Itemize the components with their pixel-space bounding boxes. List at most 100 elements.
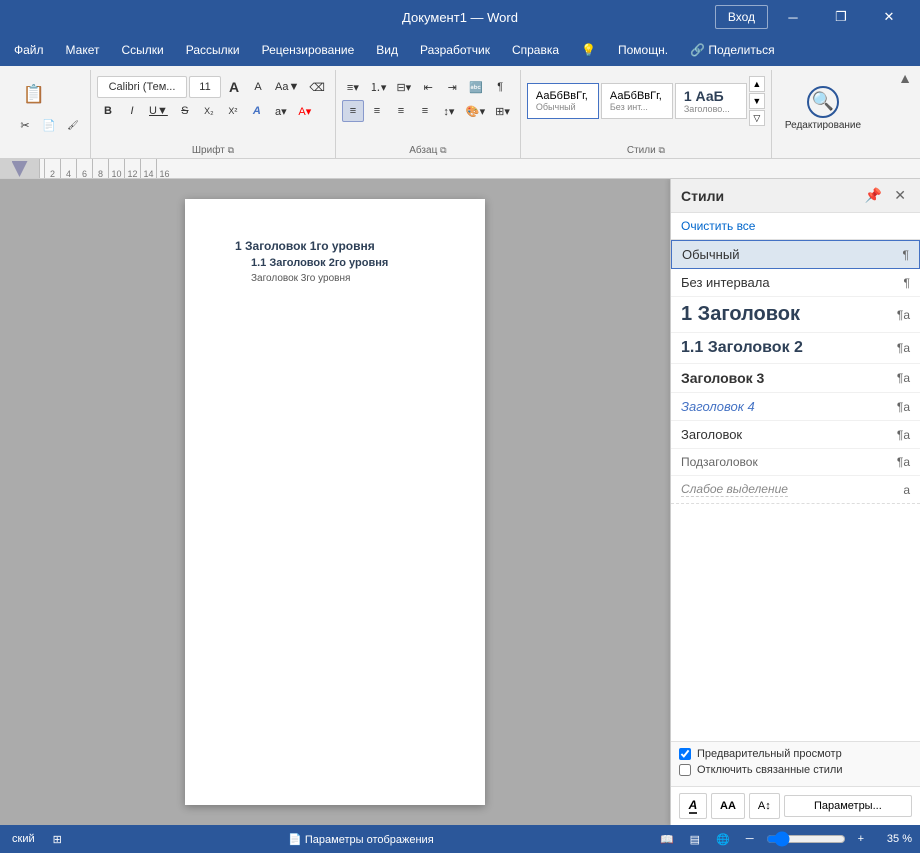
- font-label: Шрифт ⧉: [192, 145, 234, 156]
- web-layout-button[interactable]: 🌐: [712, 831, 734, 848]
- align-center-button[interactable]: ≡: [366, 100, 388, 122]
- menu-links[interactable]: Ссылки: [111, 39, 173, 61]
- gallery-scroll-down[interactable]: ▼: [749, 93, 765, 109]
- strikethrough-button[interactable]: S: [174, 100, 196, 122]
- font-grow-button[interactable]: A: [223, 76, 245, 98]
- zoom-minus-button[interactable]: ─: [742, 831, 758, 847]
- document-canvas[interactable]: 1 Заголовок 1го уровня 1.1 Заголовок 2го…: [0, 179, 670, 825]
- line-spacing-button[interactable]: ↕▾: [438, 100, 460, 122]
- cut-button[interactable]: ✂: [14, 114, 36, 136]
- gallery-scroll-up[interactable]: ▲: [749, 76, 765, 92]
- gallery-style-nospacing-sub: Без инт...: [610, 102, 648, 112]
- menu-bar: Файл Макет Ссылки Рассылки Рецензировани…: [0, 34, 920, 66]
- style-item-emphasis[interactable]: Слабое выделение a: [671, 476, 920, 504]
- ribbon-section: 📋 ✂ 📄 🖌 Calibri (Тем... 11 A A: [8, 70, 912, 158]
- style-item-nospacing[interactable]: Без интервала ¶: [671, 269, 920, 297]
- menu-file[interactable]: Файл: [4, 39, 54, 61]
- read-mode-button[interactable]: 📖: [656, 831, 678, 848]
- align-right-button[interactable]: ≡: [390, 100, 412, 122]
- layout-icon-button[interactable]: ⊞: [49, 831, 66, 848]
- print-layout-button[interactable]: ▤: [686, 831, 704, 848]
- find-replace-button[interactable]: 🔍 Редактирование: [778, 76, 868, 140]
- manage-styles-button[interactable]: A↕: [749, 793, 780, 819]
- style-item-h2[interactable]: 1.1 Заголовок 2 ¶a: [671, 333, 920, 364]
- style-item-subtitle[interactable]: Подзаголовок ¶a: [671, 449, 920, 476]
- style-item-normal[interactable]: Обычный ¶: [671, 240, 920, 269]
- clear-format-button[interactable]: ⌫: [305, 76, 329, 98]
- align-justify-button[interactable]: ≡: [414, 100, 436, 122]
- font-size-selector[interactable]: 11: [189, 76, 221, 98]
- new-style-icon: A: [689, 798, 698, 814]
- preview-label[interactable]: Предварительный просмотр: [697, 748, 842, 760]
- multilevel-button[interactable]: ⊟▾: [392, 76, 415, 98]
- signin-button[interactable]: Вход: [715, 5, 768, 29]
- highlight-button[interactable]: a▾: [270, 100, 292, 122]
- linked-checkbox[interactable]: [679, 764, 691, 776]
- font-clear-button[interactable]: Aa▼: [271, 76, 303, 98]
- styles-expand-icon[interactable]: ⧉: [658, 145, 664, 155]
- menu-layout[interactable]: Макет: [56, 39, 110, 61]
- style-item-h5[interactable]: Заголовок ¶a: [671, 421, 920, 449]
- view-options-button[interactable]: 📄 Параметры отображения: [284, 831, 438, 848]
- style-item-h1[interactable]: 1 Заголовок ¶a: [671, 297, 920, 333]
- menu-dev[interactable]: Разработчик: [410, 39, 500, 61]
- inspect-style-button[interactable]: AA: [711, 793, 745, 819]
- style-icon-nospacing: ¶: [904, 276, 910, 290]
- menu-view[interactable]: Вид: [366, 39, 408, 61]
- format-painter-button[interactable]: 🖌: [62, 114, 84, 136]
- borders-button[interactable]: ⊞▾: [491, 100, 514, 122]
- clear-all-button[interactable]: Очистить все: [671, 213, 920, 240]
- params-button[interactable]: Параметры...: [784, 795, 912, 817]
- menu-review[interactable]: Рецензирование: [252, 39, 365, 61]
- minimize-button[interactable]: ─: [770, 0, 816, 34]
- close-button[interactable]: ✕: [866, 0, 912, 34]
- paste-button[interactable]: 📋: [14, 76, 54, 112]
- para-expand-icon[interactable]: ⧉: [440, 145, 446, 155]
- linked-label[interactable]: Отключить связанные стили: [697, 764, 842, 776]
- ruler-marks: 2 4 6 8 10 12 14 16: [40, 159, 172, 179]
- gallery-style-nospacing[interactable]: АаБбВвГг, Без инт...: [601, 83, 673, 119]
- gallery-style-h1[interactable]: 1 АаБ Заголово...: [675, 83, 747, 119]
- language-button[interactable]: ский: [8, 831, 39, 847]
- decrease-indent-button[interactable]: ⇤: [417, 76, 439, 98]
- font-name-selector[interactable]: Calibri (Тем...: [97, 76, 187, 98]
- sort-button[interactable]: 🔤: [465, 76, 487, 98]
- gallery-style-normal[interactable]: АаБбВвГг, Обычный: [527, 83, 599, 119]
- font-color-button[interactable]: A▾: [294, 100, 316, 122]
- gallery-scroll-expand[interactable]: ▽: [749, 110, 765, 126]
- align-left-button[interactable]: ≡: [342, 100, 364, 122]
- increase-indent-button[interactable]: ⇥: [441, 76, 463, 98]
- indent-marker[interactable]: [12, 161, 28, 177]
- bold-button[interactable]: B: [97, 100, 119, 122]
- shading-button[interactable]: 🎨▾: [462, 100, 489, 122]
- view-options-label: Параметры отображения: [305, 834, 434, 846]
- menu-help[interactable]: Справка: [502, 39, 569, 61]
- zoom-slider[interactable]: [766, 831, 846, 847]
- menu-assist[interactable]: Помощн.: [608, 39, 678, 61]
- preview-checkbox[interactable]: [679, 748, 691, 760]
- numbering-button[interactable]: ⒈▾: [366, 76, 391, 98]
- font-expand-icon[interactable]: ⧉: [228, 145, 234, 155]
- zoom-plus-button[interactable]: +: [854, 831, 868, 847]
- ribbon-collapse-button[interactable]: ▲: [898, 70, 912, 86]
- style-item-h3[interactable]: Заголовок 3 ¶a: [671, 364, 920, 393]
- style-item-h4[interactable]: Заголовок 4 ¶a: [671, 393, 920, 421]
- new-style-button[interactable]: A: [679, 793, 707, 819]
- menu-lightbulb[interactable]: 💡: [571, 39, 606, 61]
- underline-button[interactable]: U▼: [145, 100, 172, 122]
- menu-mailings[interactable]: Рассылки: [176, 39, 250, 61]
- menu-share[interactable]: 🔗 Поделиться: [680, 39, 785, 61]
- superscript-button[interactable]: X²: [222, 100, 244, 122]
- restore-button[interactable]: ❐: [818, 0, 864, 34]
- font-shrink-button[interactable]: A: [247, 76, 269, 98]
- styles-pin-button[interactable]: 📌: [861, 185, 886, 206]
- subscript-button[interactable]: X₂: [198, 100, 220, 122]
- bullets-button[interactable]: ≡▾: [342, 76, 364, 98]
- ribbon-group-paragraph: ≡▾ ⒈▾ ⊟▾ ⇤ ⇥ 🔤 ¶ ≡ ≡ ≡ ≡ ↕▾ 🎨▾ ⊞▾: [336, 70, 521, 158]
- styles-close-button[interactable]: ✕: [890, 185, 910, 206]
- text-effects-button[interactable]: A: [246, 100, 268, 122]
- italic-button[interactable]: I: [121, 100, 143, 122]
- show-marks-button[interactable]: ¶: [489, 76, 511, 98]
- gallery-style-normal-sub: Обычный: [536, 102, 576, 112]
- copy-button[interactable]: 📄: [38, 114, 60, 136]
